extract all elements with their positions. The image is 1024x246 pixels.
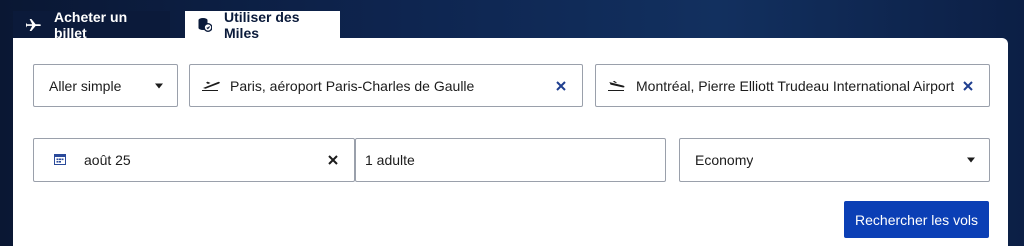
airplane-icon bbox=[26, 18, 42, 32]
origin-value: Paris, aéroport Paris-Charles de Gaulle bbox=[230, 77, 475, 94]
chevron-down-icon bbox=[967, 157, 975, 163]
date-field[interactable]: août 25 bbox=[33, 138, 355, 182]
miles-coins-icon bbox=[198, 17, 212, 32]
trip-type-value: Aller simple bbox=[49, 77, 122, 94]
tab-miles-label: Utiliser des Miles bbox=[224, 8, 300, 41]
trip-type-select[interactable]: Aller simple bbox=[33, 64, 178, 107]
cabin-class-select[interactable]: Economy bbox=[679, 138, 990, 182]
tab-buy-label: Acheter un billet bbox=[54, 8, 128, 41]
chevron-down-icon bbox=[155, 83, 163, 88]
destination-value: Montréal, Pierre Elliott Trudeau Interna… bbox=[636, 77, 955, 94]
date-value: août 25 bbox=[84, 152, 131, 168]
passengers-value: 1 adulte bbox=[365, 152, 415, 168]
tab-buy-ticket[interactable]: Acheter un billet bbox=[13, 8, 170, 41]
tab-use-miles[interactable]: Utiliser des Miles bbox=[185, 8, 340, 41]
cabin-class-value: Economy bbox=[695, 152, 754, 168]
plane-landing-icon bbox=[608, 78, 626, 94]
booking-tabs: Acheter un billet Utiliser des Miles bbox=[13, 8, 340, 41]
search-flights-button[interactable]: Rechercher les vols bbox=[844, 201, 989, 238]
calendar-icon bbox=[54, 152, 66, 168]
origin-field[interactable]: Paris, aéroport Paris-Charles de Gaulle bbox=[189, 64, 583, 107]
plane-takeoff-icon bbox=[202, 78, 220, 94]
clear-destination-button[interactable] bbox=[961, 79, 975, 93]
search-panel: Aller simple Paris, aéroport Paris-Charl… bbox=[13, 38, 1008, 246]
passengers-field[interactable]: 1 adulte bbox=[355, 138, 666, 182]
destination-field[interactable]: Montréal, Pierre Elliott Trudeau Interna… bbox=[595, 64, 990, 107]
clear-date-button[interactable] bbox=[326, 153, 340, 167]
clear-origin-button[interactable] bbox=[554, 79, 568, 93]
